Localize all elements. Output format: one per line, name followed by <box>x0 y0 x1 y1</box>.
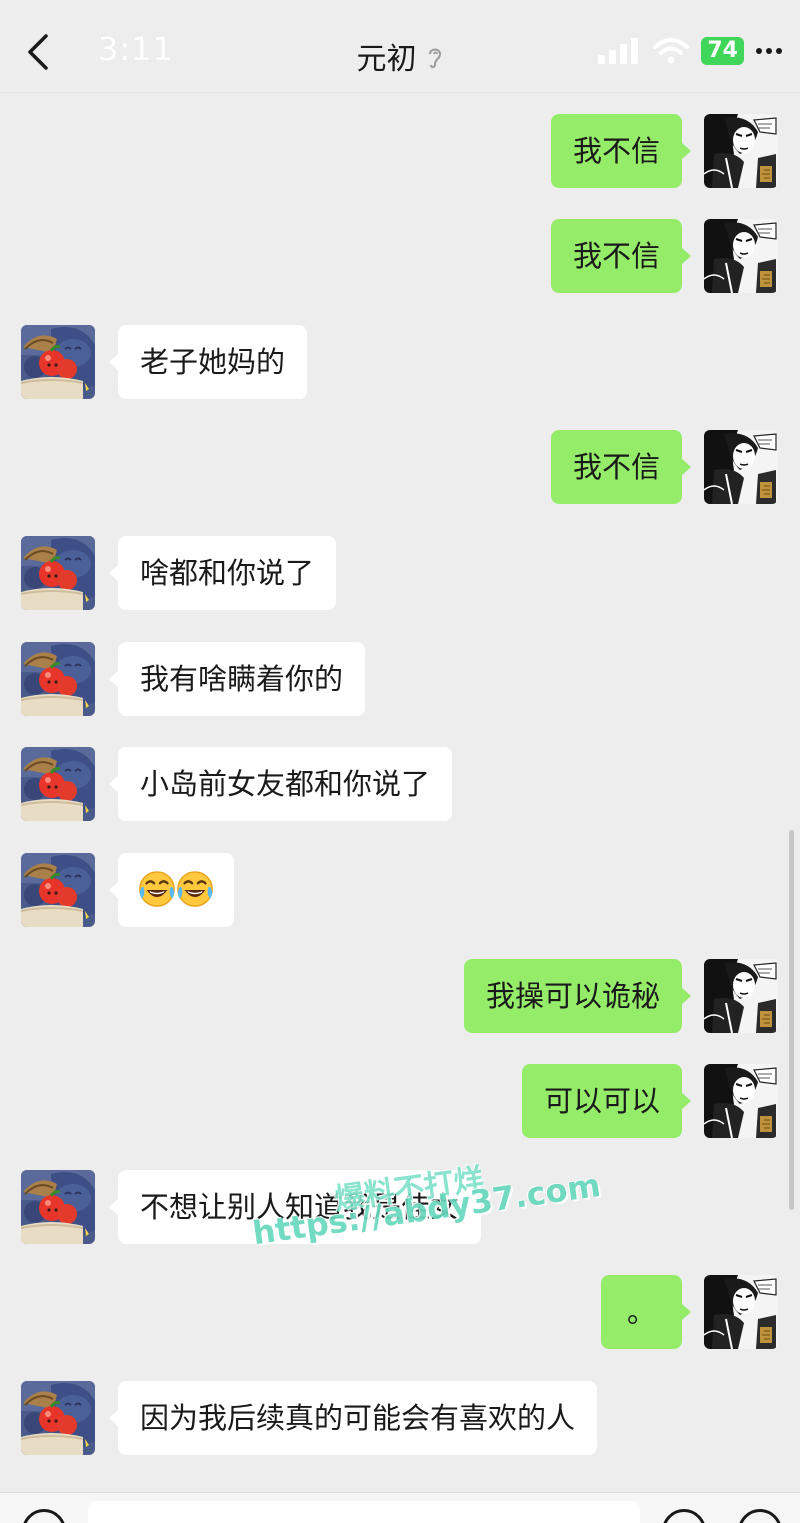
my-avatar[interactable] <box>704 1064 778 1138</box>
input-bar <box>0 1492 800 1523</box>
contact-avatar[interactable] <box>21 325 95 399</box>
my-avatar[interactable] <box>704 1275 778 1349</box>
chat-header: 3:11 元初 74 <box>0 0 800 93</box>
contact-avatar[interactable] <box>21 536 95 610</box>
incoming-message-bubble[interactable]: 因为我后续真的可能会有喜欢的人 <box>108 1381 598 1455</box>
message-row: 小岛前女友都和你说了 <box>0 747 800 821</box>
dot-icon <box>776 48 782 54</box>
voice-input-button[interactable] <box>22 1509 66 1523</box>
contact-avatar[interactable] <box>21 1381 95 1455</box>
outgoing-message-bubble[interactable]: 我不信 <box>550 430 692 504</box>
battery-indicator: 74 <box>701 37 744 65</box>
dot-icon <box>756 48 762 54</box>
more-options-button[interactable] <box>756 48 782 54</box>
incoming-message-bubble[interactable] <box>109 853 234 927</box>
contact-avatar[interactable] <box>21 642 95 716</box>
my-avatar[interactable] <box>704 959 778 1033</box>
outgoing-message-bubble[interactable]: 我不信 <box>550 114 692 188</box>
chat-screen: 3:11 元初 74 我不信 我不信 老子她妈的 我不信 啥都和你说了 我有啥瞒… <box>0 0 800 1523</box>
message-row <box>0 853 800 927</box>
message-row: 我不信 <box>0 114 800 188</box>
outgoing-message-bubble[interactable]: 我不信 <box>550 219 692 293</box>
status-time: 3:11 <box>98 30 174 68</box>
emoji-button[interactable] <box>662 1509 706 1523</box>
signal-icon <box>598 38 639 64</box>
status-icons: 74 <box>597 34 782 68</box>
my-avatar[interactable] <box>704 219 778 293</box>
outgoing-message-bubble[interactable]: 可以可以 <box>521 1064 692 1138</box>
contact-avatar[interactable] <box>21 853 95 927</box>
laughing-tears-icon <box>138 870 176 908</box>
message-row: 可以可以 <box>0 1064 800 1138</box>
chevron-left-icon <box>28 34 48 70</box>
contact-avatar[interactable] <box>21 1170 95 1244</box>
incoming-message-bubble[interactable]: 小岛前女友都和你说了 <box>108 747 453 821</box>
more-actions-button[interactable] <box>738 1509 782 1523</box>
back-button[interactable] <box>18 28 58 76</box>
incoming-message-bubble[interactable]: 老子她妈的 <box>108 325 308 399</box>
chat-title[interactable]: 元初 <box>356 42 416 77</box>
laughing-tears-icon <box>176 870 214 908</box>
message-row: 不想让别人知道我是佳女 <box>0 1170 800 1244</box>
outgoing-message-bubble[interactable]: 我操可以诡秘 <box>463 959 692 1033</box>
earpiece-mode-icon <box>426 45 444 75</box>
dot-icon <box>766 48 772 54</box>
my-avatar[interactable] <box>704 114 778 188</box>
message-row: 因为我后续真的可能会有喜欢的人 <box>0 1381 800 1455</box>
message-row: 我不信 <box>0 219 800 293</box>
wifi-icon <box>653 38 690 64</box>
contact-avatar[interactable] <box>21 747 95 821</box>
message-row: 我不信 <box>0 430 800 504</box>
message-input[interactable] <box>88 1501 640 1523</box>
message-row: 。 <box>0 1275 800 1349</box>
incoming-message-bubble[interactable]: 不想让别人知道我是佳女 <box>108 1170 482 1244</box>
outgoing-message-bubble[interactable]: 。 <box>600 1275 692 1349</box>
message-row: 我操可以诡秘 <box>0 959 800 1033</box>
message-row: 老子她妈的 <box>0 325 800 399</box>
message-row: 我有啥瞒着你的 <box>0 642 800 716</box>
chat-scrollbar[interactable] <box>789 830 794 1210</box>
my-avatar[interactable] <box>704 430 778 504</box>
message-row: 啥都和你说了 <box>0 536 800 610</box>
incoming-message-bubble[interactable]: 啥都和你说了 <box>108 536 337 610</box>
incoming-message-bubble[interactable]: 我有啥瞒着你的 <box>108 642 366 716</box>
